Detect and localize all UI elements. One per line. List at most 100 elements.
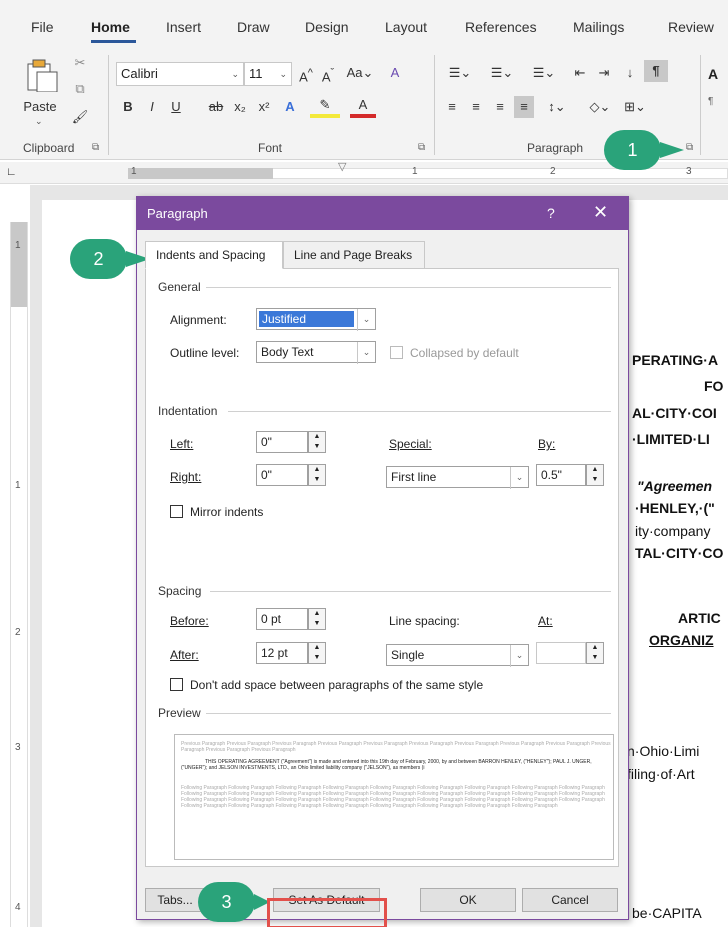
dialog-launcher-icon[interactable]: ⧉ <box>418 142 425 153</box>
borders-icon[interactable]: ⊞⌄ <box>620 96 650 118</box>
by-label: By: <box>538 437 556 451</box>
doc-line: "Agreemen <box>637 478 713 494</box>
highlight-color-icon[interactable]: ✎ <box>310 96 340 118</box>
callout-step-1: 1 <box>604 130 661 170</box>
dialog-titlebar[interactable]: Paragraph ? ✕ <box>137 197 628 230</box>
ok-button[interactable]: OK <box>420 888 516 912</box>
at-input[interactable] <box>536 642 586 664</box>
bold-icon[interactable]: B <box>120 96 136 118</box>
font-color-icon[interactable]: A <box>350 96 376 118</box>
italic-icon[interactable]: I <box>144 96 160 118</box>
increase-indent-icon[interactable]: ⇥ <box>594 62 614 84</box>
group-clipboard-label: Clipboard <box>23 141 75 155</box>
chevron-down-icon: ⌄ <box>357 309 375 331</box>
mirror-indents-checkbox[interactable] <box>170 505 183 518</box>
strikethrough-icon[interactable]: ab <box>206 96 226 118</box>
ruler-number: 1 <box>15 480 21 491</box>
word-window: File Home Insert Draw Design Layout Refe… <box>0 0 728 927</box>
dont-add-space-checkbox[interactable] <box>170 678 183 691</box>
doc-line: AL·CITY·COI <box>632 405 717 421</box>
doc-line: ARTIC <box>678 610 721 626</box>
format-painter-icon[interactable]: 🖌 <box>70 106 90 128</box>
chevron-down-icon[interactable]: ⌄ <box>35 116 43 127</box>
spin-arrows-icon[interactable]: ▲ ▼ <box>308 464 326 486</box>
show-marks-icon[interactable]: ¶ <box>644 60 668 82</box>
tab-insert[interactable]: Insert <box>166 19 201 35</box>
after-input[interactable]: 12 pt <box>256 642 308 664</box>
tab-references[interactable]: References <box>465 19 537 35</box>
alignment-label: Alignment: <box>170 313 227 327</box>
ruler-margin <box>128 168 273 179</box>
right-indent-input[interactable]: 0" <box>256 464 308 486</box>
spin-arrows-icon[interactable]: ▲ ▼ <box>308 431 326 453</box>
superscript-icon[interactable]: x² <box>256 96 272 118</box>
underline-icon[interactable]: U <box>168 96 184 118</box>
change-case-button[interactable]: Aa⌄ <box>345 62 375 84</box>
tab-draw[interactable]: Draw <box>237 19 270 35</box>
separator <box>434 55 435 155</box>
styles-preview[interactable]: A <box>708 66 718 82</box>
cut-icon[interactable]: ✂ <box>70 52 90 74</box>
spin-arrows-icon[interactable]: ▲ ▼ <box>586 464 604 486</box>
justify-icon[interactable]: ≡ <box>514 96 534 118</box>
spin-arrows-icon[interactable]: ▲ ▼ <box>308 608 326 630</box>
tab-review[interactable]: Review <box>668 19 714 35</box>
ruler-number: 1 <box>15 240 21 251</box>
divider <box>210 591 611 592</box>
line-spacing-select[interactable]: Single ⌄ <box>386 644 529 667</box>
paragraph-dialog-launcher-icon[interactable]: ⧉ <box>686 142 693 153</box>
shading-icon[interactable]: ◇⌄ <box>585 96 615 118</box>
help-icon[interactable]: ? <box>547 205 555 221</box>
bullets-icon[interactable]: ☰⌄ <box>442 62 478 84</box>
tab-selector-icon[interactable]: ∟ <box>6 166 17 178</box>
shrink-font-icon[interactable]: Aˇ <box>318 62 338 88</box>
tab-file[interactable]: File <box>31 19 54 35</box>
after-label: After: <box>170 648 199 662</box>
left-indent-input[interactable]: 0" <box>256 431 308 453</box>
alignment-select[interactable]: Justified ⌄ <box>256 308 376 331</box>
subscript-icon[interactable]: x₂ <box>232 96 248 118</box>
paste-button[interactable] <box>23 56 63 96</box>
alignment-value: Justified <box>259 311 354 327</box>
collapsed-checkbox[interactable] <box>390 346 403 359</box>
ruler-number: 4 <box>15 902 21 913</box>
line-spacing-label: Line spacing: <box>389 614 460 628</box>
tab-mailings[interactable]: Mailings <box>573 19 624 35</box>
close-icon[interactable]: ✕ <box>593 202 608 223</box>
before-input[interactable]: 0 pt <box>256 608 308 630</box>
special-select[interactable]: First line ⌄ <box>386 466 529 489</box>
line-spacing-icon[interactable]: ↕⌄ <box>542 96 572 118</box>
copy-icon[interactable]: ⧉ <box>70 78 90 100</box>
tabs-button[interactable]: Tabs... <box>145 888 205 912</box>
tab-design[interactable]: Design <box>305 19 349 35</box>
tab-indents-and-spacing[interactable]: Indents and Spacing <box>145 241 283 269</box>
spin-arrows-icon[interactable]: ▲ ▼ <box>308 642 326 664</box>
by-input[interactable]: 0.5" <box>536 464 586 486</box>
vertical-ruler: 1 1 2 3 4 <box>10 222 28 927</box>
clear-formatting-icon[interactable]: A <box>385 62 405 84</box>
align-right-icon[interactable]: ≡ <box>490 96 510 118</box>
align-center-icon[interactable]: ≡ <box>466 96 486 118</box>
cancel-button[interactable]: Cancel <box>522 888 618 912</box>
divider <box>206 713 611 714</box>
text-effects-icon[interactable]: A <box>280 96 300 118</box>
multilevel-list-icon[interactable]: ☰⌄ <box>526 62 562 84</box>
font-size-combo[interactable]: 11 ⌄ <box>244 62 292 86</box>
tab-home[interactable]: Home <box>91 19 130 35</box>
dialog-launcher-icon[interactable]: ⧉ <box>92 142 99 153</box>
separator <box>108 55 109 155</box>
outline-level-select[interactable]: Body Text ⌄ <box>256 341 376 364</box>
align-left-icon[interactable]: ≡ <box>442 96 462 118</box>
numbering-icon[interactable]: ☰⌄ <box>484 62 520 84</box>
chevron-down-icon: ⌄ <box>510 467 528 489</box>
sort-icon[interactable]: ↓ <box>620 62 640 84</box>
tab-layout[interactable]: Layout <box>385 19 427 35</box>
spin-arrows-icon[interactable]: ▲ ▼ <box>586 642 604 664</box>
font-name-combo[interactable]: Calibri ⌄ <box>116 62 244 86</box>
decrease-indent-icon[interactable]: ⇤ <box>570 62 590 84</box>
first-line-indent-marker-icon[interactable]: ▽ <box>338 160 346 173</box>
chevron-down-icon: ⌄ <box>231 69 239 79</box>
tab-line-and-page-breaks[interactable]: Line and Page Breaks <box>283 241 425 269</box>
grow-font-icon[interactable]: A^ <box>296 62 316 88</box>
preview-following-paragraph: Following Paragraph Following Paragraph … <box>181 785 605 809</box>
